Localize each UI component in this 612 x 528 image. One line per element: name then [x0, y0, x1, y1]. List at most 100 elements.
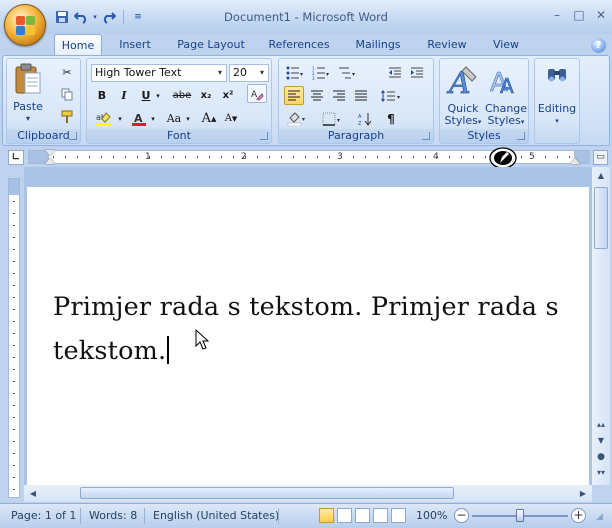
office-button[interactable] — [4, 4, 46, 46]
align-left-button[interactable] — [284, 86, 304, 105]
print-layout-view-icon[interactable] — [319, 508, 334, 523]
styles-launcher-icon[interactable] — [517, 132, 525, 140]
editing-button[interactable]: Editing ▾ — [537, 61, 577, 125]
clipboard-launcher-icon[interactable] — [69, 132, 77, 140]
draft-view-icon[interactable] — [391, 508, 406, 523]
multilevel-list-icon[interactable]: ▾ — [335, 63, 359, 82]
shading-icon[interactable]: ▾ — [284, 109, 310, 128]
borders-icon[interactable]: ▾ — [319, 109, 347, 128]
zoom-slider-thumb[interactable] — [516, 509, 524, 522]
ruler-tick — [449, 156, 450, 158]
vertical-scroll-thumb[interactable] — [594, 187, 608, 249]
full-screen-reading-view-icon[interactable] — [337, 508, 352, 523]
tab-selector-icon[interactable]: ∟ — [8, 150, 24, 165]
document-text[interactable]: Primjer rada s tekstom. Primjer rada s t… — [53, 285, 573, 373]
show-formatting-marks-icon[interactable]: ¶ — [381, 109, 401, 128]
grow-font-button[interactable]: A ▲ — [199, 109, 219, 128]
underline-button[interactable]: U — [136, 86, 156, 105]
outline-view-icon[interactable] — [373, 508, 388, 523]
left-indent-marker[interactable] — [45, 158, 55, 164]
bullets-icon[interactable]: ▾ — [283, 63, 307, 82]
subscript-button[interactable]: x₂ — [196, 86, 216, 105]
font-color-dropdown-icon[interactable]: ▾ — [149, 109, 157, 128]
font-launcher-icon[interactable] — [260, 132, 268, 140]
resize-grip-icon[interactable]: ◢ — [596, 512, 608, 524]
document-page[interactable]: Primjer rada s tekstom. Primjer rada s t… — [27, 187, 589, 487]
numbering-icon[interactable]: 1 2 3 ▾ — [309, 63, 333, 82]
justify-icon[interactable] — [351, 86, 371, 105]
line-spacing-icon[interactable]: ▾ — [377, 86, 405, 105]
ruler-tick — [521, 156, 522, 158]
vruler-tick — [13, 441, 15, 442]
change-case-button[interactable]: Aa — [163, 109, 185, 128]
format-painter-icon[interactable] — [57, 107, 77, 126]
page-count[interactable]: Page: 1 of 1 — [11, 509, 76, 522]
next-page-icon[interactable]: ▾▾ — [593, 465, 609, 481]
tab-home[interactable]: Home — [54, 34, 102, 56]
font-size-combobox[interactable]: 20 ▾ — [229, 64, 269, 82]
select-browse-object-icon[interactable]: ● — [593, 449, 609, 465]
scroll-left-icon[interactable]: ◀ — [26, 486, 40, 501]
vruler-tick — [13, 225, 15, 226]
tab-references[interactable]: References — [262, 34, 336, 56]
horizontal-scroll-thumb[interactable] — [80, 487, 454, 499]
zoom-level[interactable]: 100% — [416, 509, 447, 522]
cut-icon[interactable]: ✂ — [57, 63, 77, 82]
highlight-color-button[interactable]: ab — [92, 109, 116, 128]
right-indent-marker[interactable] — [570, 158, 580, 164]
maximize-button[interactable]: □ — [568, 6, 590, 24]
highlight-dropdown-icon[interactable]: ▾ — [116, 109, 124, 128]
tab-mailings[interactable]: Mailings — [348, 34, 408, 56]
font-name-combobox[interactable]: High Tower Text ▾ — [91, 64, 227, 82]
grow-font-label: A — [201, 111, 211, 126]
shrink-font-button[interactable]: A ▼ — [221, 109, 241, 128]
vertical-scrollbar[interactable]: ▲ ▼ ● ▴▴ ▾▾ — [592, 167, 610, 485]
align-center-icon[interactable] — [307, 86, 327, 105]
italic-button[interactable]: I — [114, 86, 134, 105]
tab-review[interactable]: Review — [420, 34, 474, 56]
copy-icon[interactable] — [57, 85, 77, 104]
superscript-button[interactable]: x² — [218, 86, 238, 105]
scroll-right-icon[interactable]: ▶ — [576, 486, 590, 501]
strikethrough-button[interactable]: abe — [170, 86, 194, 105]
language-indicator[interactable]: English (United States) — [153, 509, 279, 522]
sort-icon[interactable]: AZ — [355, 109, 375, 128]
ruler-tick — [209, 156, 210, 158]
word-count[interactable]: Words: 8 — [89, 509, 137, 522]
bold-button[interactable]: B — [92, 86, 112, 105]
tab-insert[interactable]: Insert — [112, 34, 158, 56]
font-color-button[interactable]: A — [128, 109, 150, 128]
tab-page-layout[interactable]: Page Layout — [170, 34, 252, 56]
change-styles-button[interactable]: A A Change Styles▾ — [484, 61, 528, 127]
underline-dropdown-icon[interactable]: ▾ — [154, 86, 162, 105]
font-size-dropdown-icon[interactable]: ▾ — [256, 65, 268, 81]
font-color-icon: A — [132, 112, 146, 126]
horizontal-scrollbar[interactable]: ◀ ▶ — [24, 485, 592, 502]
previous-page-icon[interactable]: ▴▴ — [593, 417, 609, 433]
clear-formatting-icon[interactable]: A — [247, 84, 267, 103]
highlighter-icon: ab — [96, 111, 112, 126]
paragraph-launcher-icon[interactable] — [422, 132, 430, 140]
scroll-up-icon[interactable]: ▲ — [593, 168, 609, 184]
paste-button[interactable]: Paste ▾ — [11, 63, 45, 123]
decrease-indent-icon[interactable] — [385, 63, 405, 82]
scroll-down-icon[interactable]: ▼ — [593, 433, 609, 449]
quick-styles-button[interactable]: A Quick Styles▾ — [442, 61, 484, 127]
zoom-out-icon[interactable]: − — [454, 508, 469, 523]
ruler-tick — [413, 156, 414, 158]
change-case-dropdown-icon[interactable]: ▾ — [184, 109, 192, 128]
first-line-indent-marker[interactable] — [45, 150, 55, 156]
zoom-slider[interactable] — [472, 509, 568, 522]
help-icon[interactable]: ? — [591, 38, 606, 53]
minimize-button[interactable]: – — [546, 6, 568, 24]
tab-view[interactable]: View — [484, 34, 528, 56]
web-layout-view-icon[interactable] — [355, 508, 370, 523]
view-ruler-icon[interactable]: ▭ — [593, 150, 608, 165]
ribbon-tabs: Home Insert Page Layout References Maili… — [0, 34, 612, 56]
font-name-dropdown-icon[interactable]: ▾ — [214, 65, 226, 81]
close-button[interactable]: ✕ — [590, 6, 612, 24]
align-right-icon[interactable] — [329, 86, 349, 105]
increase-indent-icon[interactable] — [407, 63, 427, 82]
vertical-ruler[interactable] — [8, 178, 20, 498]
zoom-in-icon[interactable]: + — [571, 508, 586, 523]
